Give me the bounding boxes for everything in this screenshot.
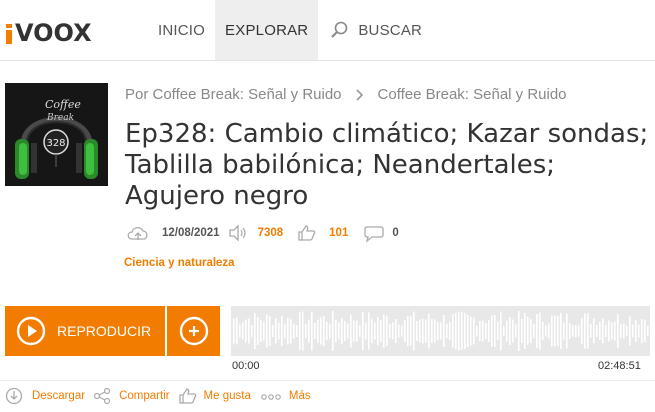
play-icon <box>16 316 46 346</box>
chevron-right-icon <box>355 88 363 101</box>
top-header: VOOX INICIO EXPLORAR BUSCAR <box>0 0 655 61</box>
like-icon <box>178 388 196 404</box>
nav-buscar-label: BUSCAR <box>358 21 423 39</box>
nav-inicio[interactable]: INICIO <box>148 0 215 60</box>
waveform-bars <box>233 311 649 351</box>
breadcrumb-author[interactable]: Por Coffee Break: Señal y Ruido <box>125 86 342 103</box>
download-icon <box>5 387 23 405</box>
ivoox-logo[interactable]: VOOX <box>6 8 92 47</box>
speaker-icon <box>228 224 246 242</box>
add-to-list-button[interactable] <box>167 306 220 356</box>
divider <box>0 380 655 381</box>
download-link[interactable]: Descargar <box>32 390 85 402</box>
logo-i-mark <box>6 24 12 44</box>
play-label: REPRODUCIR <box>57 323 152 339</box>
breadcrumb-program[interactable]: Coffee Break: Señal y Ruido <box>378 86 567 103</box>
time-start: 00:00 <box>232 360 260 372</box>
logo-text: VOOX <box>15 19 92 47</box>
category-link[interactable]: Ciencia y naturaleza <box>124 257 235 269</box>
play-count: 7308 <box>257 227 284 239</box>
like-count: 101 <box>329 227 349 239</box>
add-circle-icon <box>179 316 208 346</box>
more-link[interactable]: Más <box>289 390 311 402</box>
svg-text:328: 328 <box>46 138 65 149</box>
nav-explorar[interactable]: EXPLORAR <box>215 0 319 60</box>
headphones-cover-art: Coffee Break 328 <box>5 83 108 186</box>
waveform-progress[interactable] <box>231 306 650 356</box>
svg-text:Coffee: Coffee <box>45 98 81 111</box>
cloud-upload-icon <box>127 227 148 240</box>
time-end: 02:48:51 <box>598 360 641 372</box>
share-link[interactable]: Compartir <box>119 390 169 402</box>
episode-title: Ep328: Cambio climático; Kazar sondas; T… <box>125 119 649 211</box>
main-nav: INICIO EXPLORAR BUSCAR <box>148 0 432 60</box>
like-link[interactable]: Me gusta <box>204 390 251 402</box>
podcast-cover[interactable]: Coffee Break 328 <box>5 83 108 186</box>
comment-icon <box>364 226 384 243</box>
episode-actions: Descargar Compartir Me gusta Más <box>4 386 311 406</box>
thumbs-up-icon <box>298 225 316 241</box>
comment-count: 0 <box>392 227 399 239</box>
svg-text:Break: Break <box>46 113 74 123</box>
nav-buscar[interactable]: BUSCAR <box>318 0 432 60</box>
search-icon <box>331 21 348 38</box>
share-icon <box>93 387 111 405</box>
breadcrumb: Por Coffee Break: Señal y Ruido Coffee B… <box>125 86 567 103</box>
more-dots-icon <box>261 394 281 400</box>
play-button[interactable]: REPRODUCIR <box>5 306 165 356</box>
episode-date: 12/08/2021 <box>162 227 220 239</box>
episode-stats: 12/08/2021 7308 101 0 <box>124 222 399 244</box>
